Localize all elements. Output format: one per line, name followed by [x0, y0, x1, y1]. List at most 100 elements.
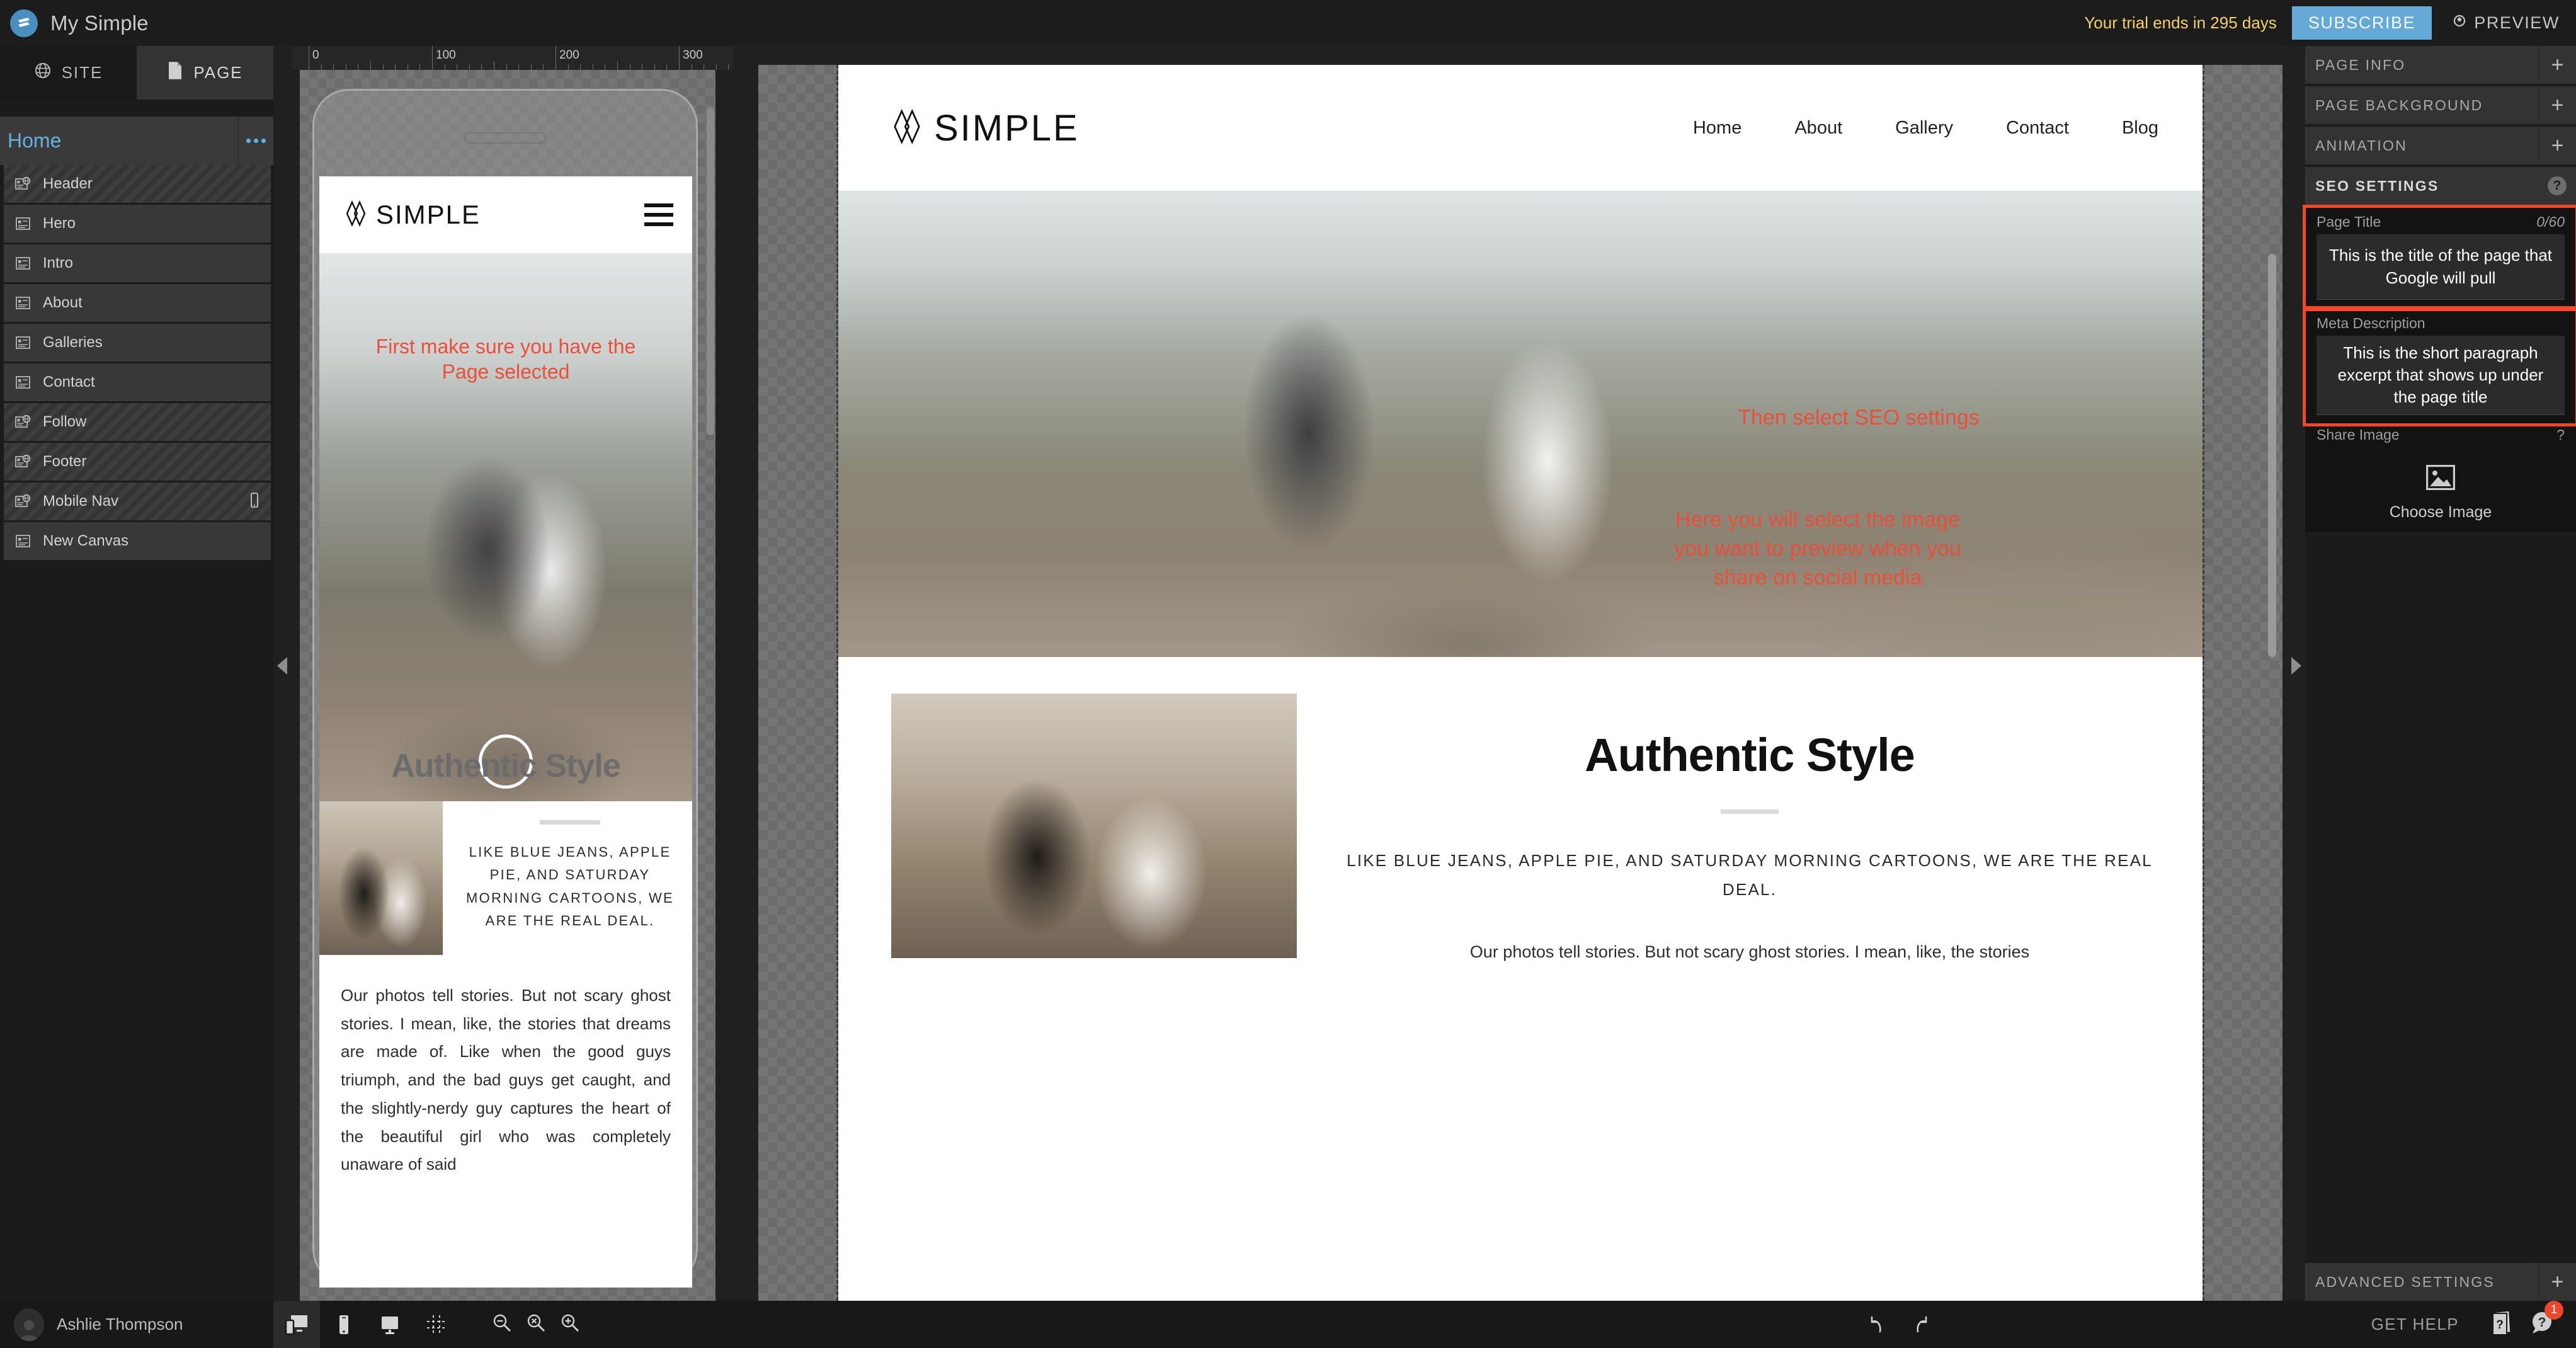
- layer-item[interactable]: Intro: [4, 244, 271, 282]
- desktop-body-text: Our photos tell stories. But not scary g…: [1469, 942, 2030, 961]
- eye-icon: [2452, 13, 2467, 33]
- preview-label: PREVIEW: [2474, 13, 2560, 32]
- meta-description-input[interactable]: This is the short paragraph excerpt that…: [2317, 336, 2565, 416]
- collapse-left-panel-handle[interactable]: [277, 657, 287, 675]
- mobile-ghost-heading: Authentic Style: [391, 748, 621, 784]
- canvas-area: 0 100 200 300 SIMPLE First make sure you…: [273, 46, 2305, 1301]
- layer-item[interactable]: Hero: [4, 205, 271, 243]
- layer-item[interactable]: Header: [4, 165, 271, 203]
- accordion-seo-settings[interactable]: SEO SETTINGS ?: [2305, 167, 2576, 205]
- grid-guides-icon[interactable]: [413, 1301, 460, 1348]
- canvas-section-icon: [15, 375, 31, 390]
- help-doc-icon[interactable]: ?: [2490, 1310, 2514, 1339]
- mobile-intro-section: LIKE BLUE JEANS, APPLE PIE, AND SATURDAY…: [319, 801, 692, 1179]
- plus-icon[interactable]: +: [2538, 1263, 2576, 1301]
- ruler-label: 0: [312, 49, 319, 62]
- layer-item[interactable]: Contact: [4, 363, 271, 401]
- diamond-logo-icon: [338, 198, 373, 232]
- ruler-tick: [530, 64, 532, 70]
- kebab-dots-icon[interactable]: [238, 117, 273, 165]
- layer-item[interactable]: Footer: [4, 443, 271, 481]
- tab-page[interactable]: PAGE: [137, 46, 273, 100]
- question-circle-icon[interactable]: ?: [2538, 167, 2576, 205]
- mobile-logo-text: SIMPLE: [376, 200, 481, 229]
- undo-icon[interactable]: [1855, 1314, 1899, 1335]
- desktop-logo-text: SIMPLE: [934, 107, 1080, 149]
- canvas-section-icon: [15, 534, 31, 549]
- global-section-icon: [15, 414, 31, 430]
- zoom-in-icon[interactable]: [559, 1312, 581, 1337]
- mobile-view-icon[interactable]: [320, 1301, 367, 1348]
- plus-icon[interactable]: +: [2538, 127, 2576, 164]
- desktop-nav-link[interactable]: Contact: [2006, 118, 2069, 139]
- hamburger-icon[interactable]: [644, 203, 673, 226]
- horizontal-ruler: 0 100 200 300: [292, 46, 733, 70]
- page-title-field-group: Page Title 0/60 This is the title of the…: [2303, 205, 2576, 311]
- subscribe-button[interactable]: SUBSCRIBE: [2291, 6, 2432, 40]
- simple-logo-icon[interactable]: [10, 9, 38, 37]
- choose-image-button[interactable]: Choose Image: [2317, 465, 2565, 522]
- user-block[interactable]: Ashlie Thompson: [0, 1308, 273, 1341]
- plus-icon[interactable]: +: [2538, 46, 2576, 84]
- layer-item[interactable]: About: [4, 284, 271, 322]
- responsive-view-icon[interactable]: [273, 1301, 320, 1348]
- accordion-page-info[interactable]: PAGE INFO +: [2305, 46, 2576, 84]
- desktop-site-header: SIMPLE Home About Gallery Contact Blog: [838, 65, 2203, 191]
- accordion-page-background[interactable]: PAGE BACKGROUND +: [2305, 86, 2576, 124]
- accordion-page-info-label: PAGE INFO: [2315, 56, 2406, 73]
- desktop-nav-link[interactable]: Home: [1693, 118, 1741, 139]
- global-section-icon: [15, 176, 31, 191]
- collapse-right-panel-handle[interactable]: [2291, 657, 2301, 675]
- divider-rule: [540, 820, 600, 825]
- desktop-view-icon[interactable]: [367, 1301, 413, 1348]
- desktop-nav-link[interactable]: Blog: [2122, 118, 2158, 139]
- page-selector-row[interactable]: Home: [0, 117, 273, 165]
- help-chat-icon[interactable]: ? 1: [2528, 1301, 2563, 1339]
- page-title-label: Page Title: [2317, 214, 2381, 230]
- desktop-intro-row: Authentic Style LIKE BLUE JEANS, APPLE P…: [838, 694, 2203, 967]
- plus-icon[interactable]: +: [2538, 86, 2576, 124]
- desktop-scrollbar[interactable]: [2268, 254, 2276, 657]
- meta-description-field-group: Meta Description This is the short parag…: [2303, 306, 2576, 427]
- accordion-advanced-settings[interactable]: ADVANCED SETTINGS +: [2305, 1263, 2576, 1301]
- user-avatar-icon: [14, 1308, 44, 1341]
- redo-icon[interactable]: [1899, 1314, 1943, 1335]
- desktop-nav: Home About Gallery Contact Blog: [1693, 118, 2158, 139]
- zoom-reset-icon[interactable]: [525, 1312, 547, 1337]
- annotation-page-selected: First make sure you have the Page select…: [375, 335, 636, 383]
- tab-site[interactable]: SITE: [0, 46, 137, 100]
- desktop-logo[interactable]: SIMPLE: [882, 106, 1080, 151]
- canvas-section-icon: [15, 335, 31, 350]
- desktop-nav-link[interactable]: About: [1794, 118, 1842, 139]
- layer-item-label: Galleries: [43, 334, 103, 351]
- mobile-canvas-checkerboard: SIMPLE First make sure you have the Page…: [300, 70, 715, 1301]
- meta-description-label: Meta Description: [2317, 315, 2425, 331]
- desktop-nav-link[interactable]: Gallery: [1895, 118, 1953, 139]
- layer-item[interactable]: Mobile Nav: [4, 483, 271, 520]
- image-placeholder-icon: [2425, 465, 2456, 493]
- view-tools: [273, 1301, 460, 1348]
- mobile-site-header: SIMPLE: [319, 176, 692, 253]
- layer-list: Header Hero Intro About Galleries Contact Foll…: [0, 165, 273, 560]
- layer-item[interactable]: New Canvas: [4, 522, 271, 560]
- zoom-out-icon[interactable]: [491, 1312, 513, 1337]
- ruler-tick: [617, 61, 618, 70]
- accordion-animation[interactable]: ANIMATION +: [2305, 127, 2576, 164]
- layer-item[interactable]: Galleries: [4, 324, 271, 362]
- share-image-help-icon[interactable]: ?: [2556, 426, 2565, 443]
- preview-button[interactable]: PREVIEW: [2452, 13, 2560, 33]
- layer-item[interactable]: Follow: [4, 403, 271, 441]
- ruler-tick: [654, 64, 655, 70]
- desktop-heading: Authentic Style: [1585, 729, 1915, 781]
- page-title-input[interactable]: This is the title of the page that Googl…: [2317, 234, 2565, 300]
- ruler-tick: [506, 64, 507, 70]
- ruler-tick: [321, 64, 322, 70]
- accordion-advanced-settings-wrap: ADVANCED SETTINGS +: [2305, 1263, 2576, 1301]
- ruler-tick: [419, 64, 421, 70]
- ruler-tick: [580, 64, 581, 70]
- canvas-section-icon: [15, 295, 31, 311]
- right-panel: PAGE INFO + PAGE BACKGROUND + ANIMATION …: [2303, 46, 2576, 1301]
- desktop-hero-section: Then select SEO settings Here you will s…: [838, 191, 2203, 657]
- mobile-logo[interactable]: SIMPLE: [338, 198, 481, 232]
- mobile-scrollbar[interactable]: [707, 108, 714, 435]
